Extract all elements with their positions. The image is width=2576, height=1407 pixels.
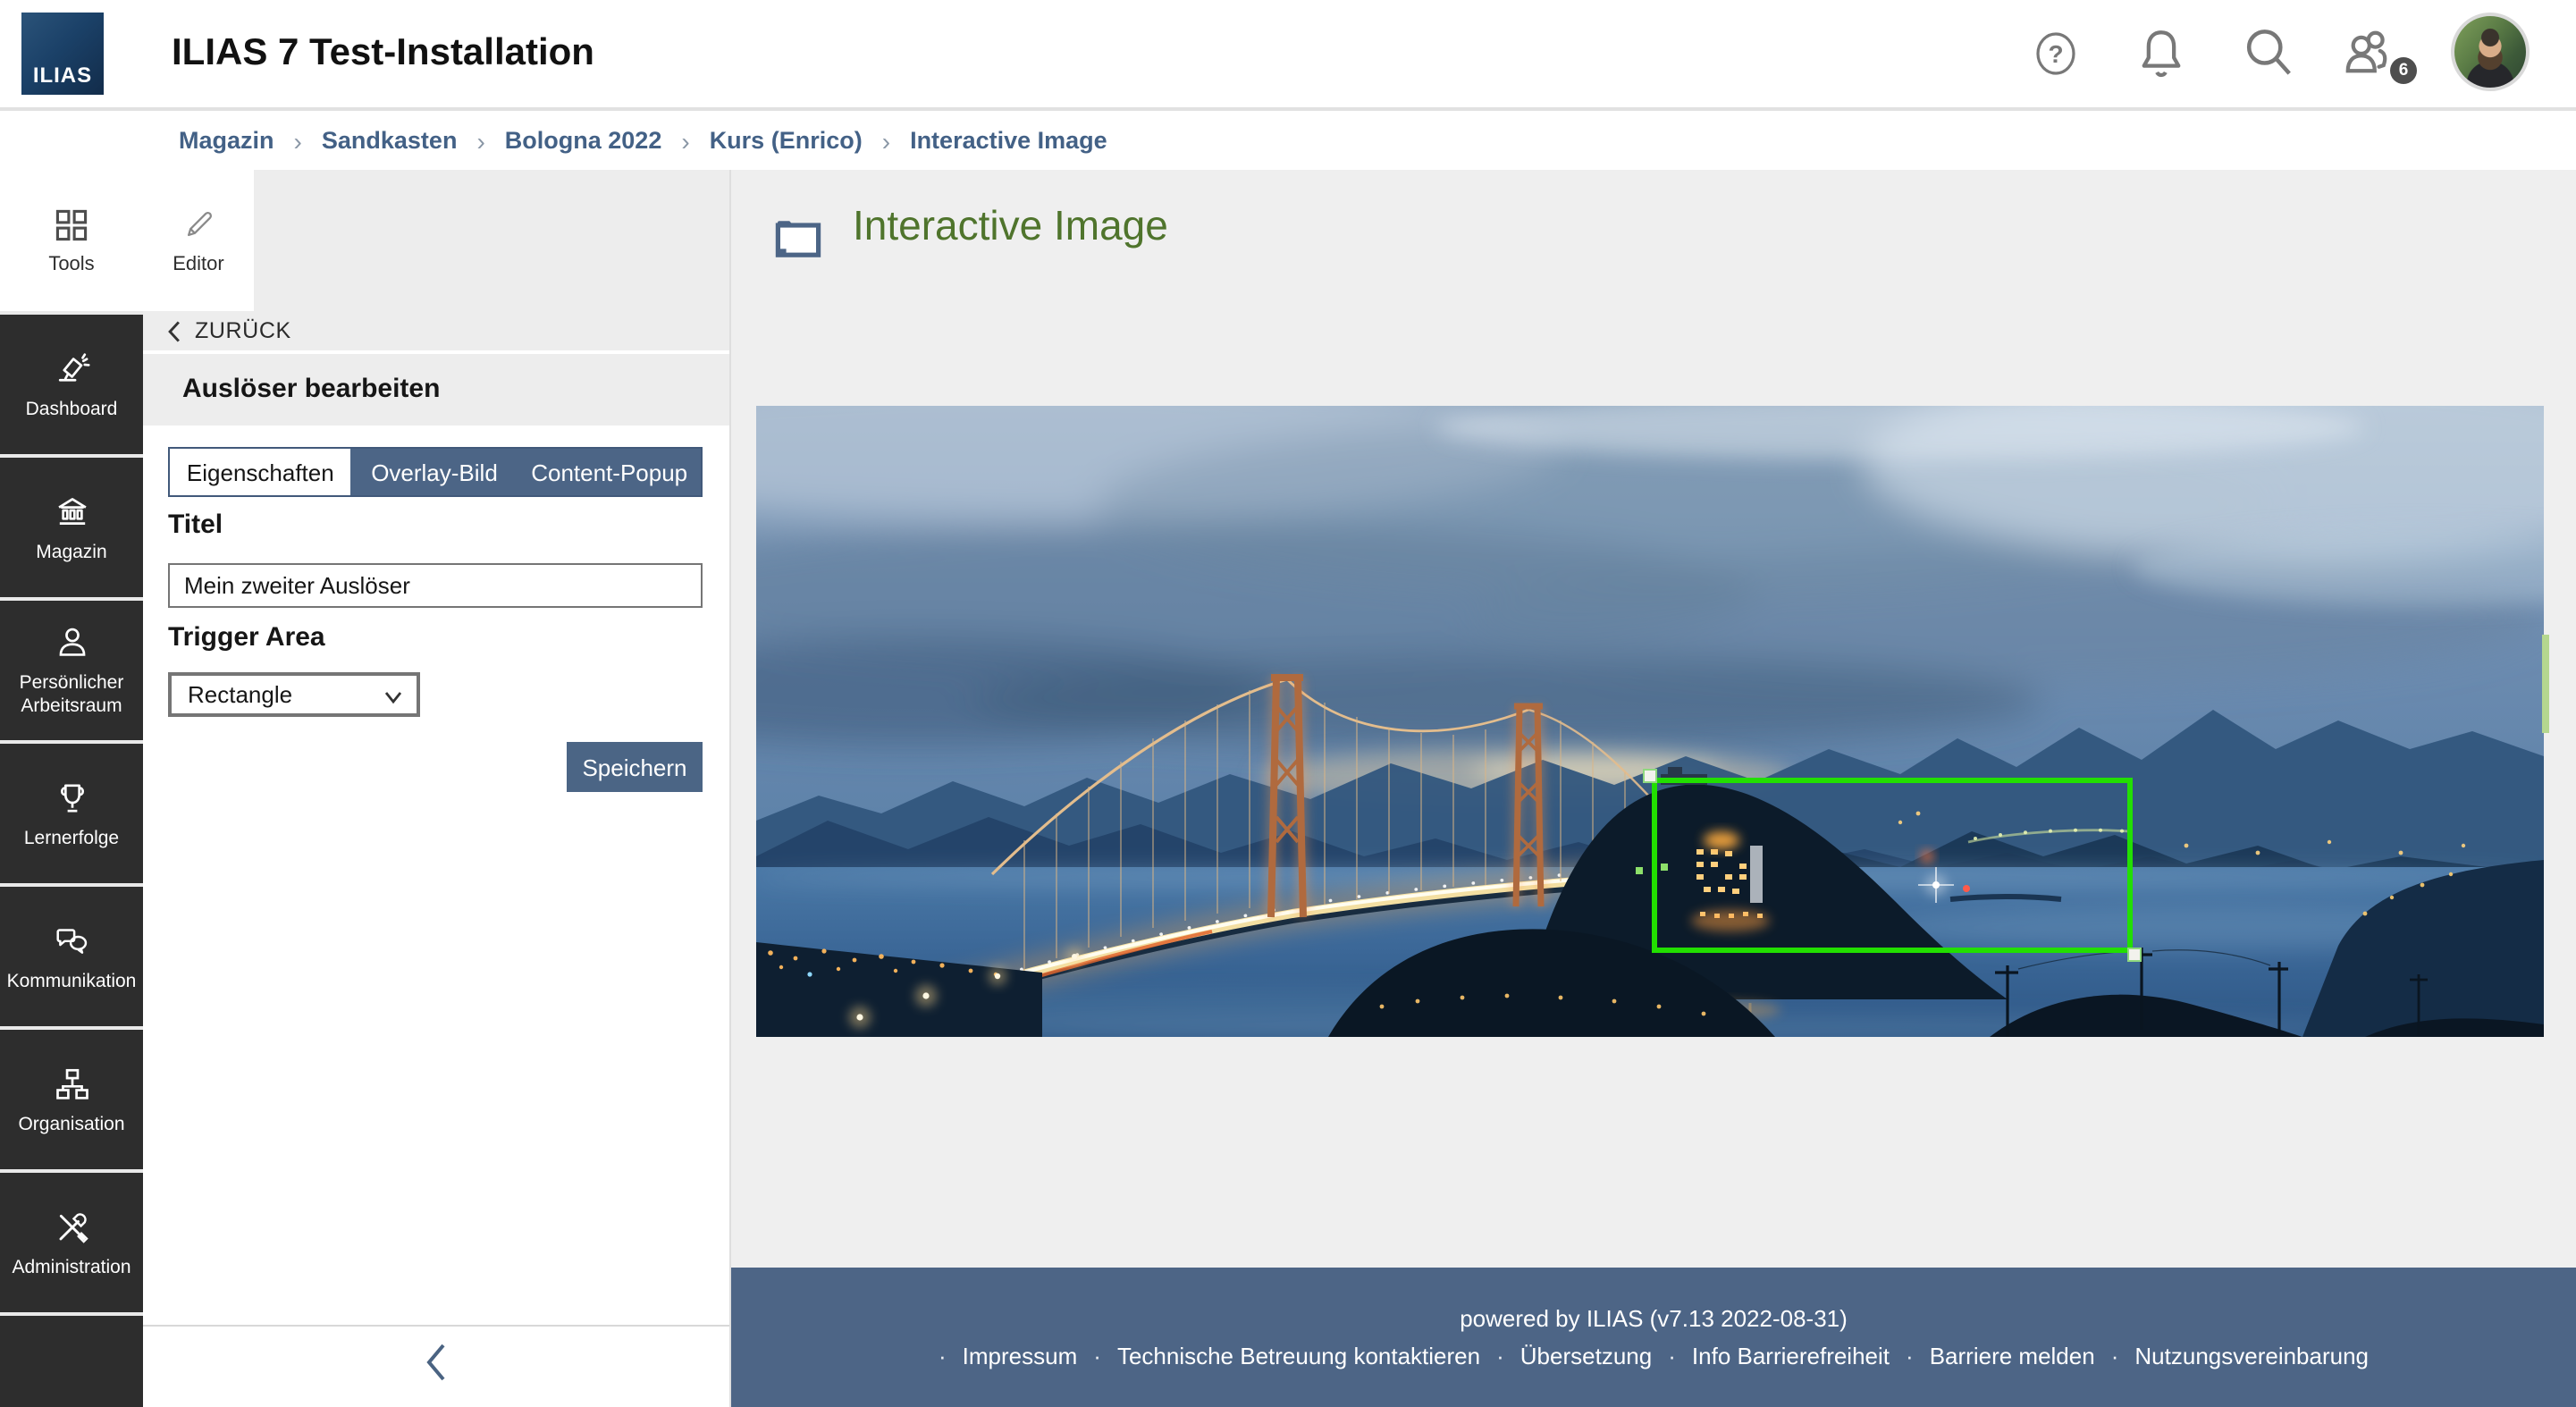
sidebar-item-label: Organisation (18, 1113, 125, 1135)
collapse-panel-button[interactable] (143, 1341, 729, 1384)
bridge-photo (756, 406, 2544, 1037)
breadcrumb-kurs[interactable]: Kurs (Enrico) (710, 127, 863, 154)
panel-top-filler (254, 170, 729, 311)
panel-heading: Auslöser bearbeiten (143, 354, 729, 425)
titel-label: Titel (168, 510, 223, 540)
back-button[interactable]: ZURÜCK (143, 311, 729, 350)
sidebar-item-label: Lernerfolge (23, 827, 120, 849)
interactive-image-canvas[interactable] (756, 406, 2544, 1037)
footer-links: · Impressum · Technische Betreuung konta… (939, 1343, 2369, 1369)
powered-by-text: powered by ILIAS (v7.13 2022-08-31) (1460, 1305, 1848, 1332)
trophy-icon (59, 783, 84, 812)
notifications-bell-icon[interactable] (2131, 21, 2192, 86)
tool-tab-label: Editor (173, 254, 224, 275)
chevron-down-icon (384, 692, 402, 704)
footer-link-info-barrierefreiheit[interactable]: Info Barrierefreiheit (1692, 1343, 1890, 1369)
svg-text:?: ? (2048, 40, 2063, 68)
footer-separator: · (1668, 1343, 1676, 1369)
sidebar-item-magazin[interactable]: Magazin (0, 454, 143, 597)
sidebar-item-label: Persönlicher Arbeitsraum (19, 672, 124, 717)
footer-separator: · (1906, 1343, 1914, 1369)
tab-overlay-bild[interactable]: Overlay-Bild (351, 449, 518, 495)
sidebar-item-label: Magazin (36, 541, 107, 563)
sidebar-item-label: Administration (12, 1256, 131, 1278)
ilias-app: ILIAS ILIAS 7 Test-Installation ? 6 Maga… (0, 0, 2576, 1407)
ilias-logo[interactable]: ILIAS (21, 13, 104, 95)
footer-link-nutzungsvereinbarung[interactable]: Nutzungsvereinbarung (2134, 1343, 2369, 1369)
tab-eigenschaften[interactable]: Eigenschaften (170, 449, 351, 495)
sidebar-item-persoenlicher-arbeitsraum[interactable]: Persönlicher Arbeitsraum (0, 597, 143, 740)
sidebar-filler (0, 1312, 143, 1407)
footer-separator: · (938, 1343, 947, 1369)
pencil-icon (186, 212, 211, 237)
org-chart-icon (55, 1068, 88, 1099)
sidebar-item-lernerfolge[interactable]: Lernerfolge (0, 740, 143, 883)
editor-panel: Editor ZURÜCK Auslöser bearbeiten Eigens… (143, 170, 731, 1407)
header: ILIAS ILIAS 7 Test-Installation ? 6 (0, 0, 2576, 107)
sidebar-item-organisation[interactable]: Organisation (0, 1026, 143, 1169)
sidebar-item-label: Dashboard (25, 398, 118, 420)
breadcrumb-magazin[interactable]: Magazin (179, 127, 274, 154)
footer-separator: · (1093, 1343, 1101, 1369)
titel-input[interactable] (168, 563, 703, 608)
who-is-online-icon[interactable] (2336, 21, 2397, 86)
trigger-area-rectangle[interactable] (1643, 769, 2142, 962)
panel-divider (143, 1325, 729, 1327)
footer-link-barriere-melden[interactable]: Barriere melden (1930, 1343, 2095, 1369)
user-avatar[interactable] (2451, 13, 2530, 91)
help-icon[interactable]: ? (2025, 21, 2086, 86)
save-button[interactable]: Speichern (567, 742, 703, 792)
page-title-header: ILIAS 7 Test-Installation (172, 32, 594, 73)
search-icon[interactable] (2238, 21, 2299, 86)
trigger-tabs: Eigenschaften Overlay-Bild Content-Popup (168, 447, 703, 497)
footer-separator: · (2110, 1343, 2119, 1369)
footer-link-impressum[interactable]: Impressum (963, 1343, 1078, 1369)
breadcrumb-interactive-image[interactable]: Interactive Image (910, 127, 1107, 154)
bank-icon (57, 497, 86, 525)
footer-link-technische-betreuung[interactable]: Technische Betreuung kontaktieren (1117, 1343, 1480, 1369)
trigger-area-select[interactable]: Rectangle (168, 672, 420, 717)
breadcrumb: Magazin › Sandkasten › Bologna 2022 › Ku… (0, 107, 2576, 170)
crossed-tools-icon (58, 1212, 88, 1243)
chevron-left-icon (426, 1344, 445, 1381)
back-label: ZURÜCK (195, 318, 291, 343)
tool-tab-editor[interactable]: Editor (143, 170, 254, 311)
footer-link-uebersetzung[interactable]: Übersetzung (1520, 1343, 1652, 1369)
person-icon (58, 628, 85, 657)
logo-text: ILIAS (32, 63, 93, 88)
scrollbar-thumb[interactable] (2542, 635, 2549, 733)
grid-icon (55, 209, 88, 241)
footer-separator: · (1496, 1343, 1504, 1369)
breadcrumb-separator: › (881, 126, 891, 155)
sidebar: Tools Dashboard Magazin Persönlicher Arb… (0, 170, 143, 1407)
sidebar-item-tools[interactable]: Tools (0, 170, 143, 311)
breadcrumb-sandkasten[interactable]: Sandkasten (322, 127, 458, 154)
tab-content-popup[interactable]: Content-Popup (518, 449, 701, 495)
sidebar-item-dashboard[interactable]: Dashboard (0, 311, 143, 454)
footer: powered by ILIAS (v7.13 2022-08-31) · Im… (731, 1268, 2576, 1407)
sidebar-item-label: Kommunikation (6, 970, 137, 992)
folder-icon (775, 221, 821, 257)
trigger-area-label: Trigger Area (168, 622, 325, 653)
chat-icon (55, 928, 87, 954)
sidebar-item-administration[interactable]: Administration (0, 1169, 143, 1312)
resize-handle-top-left[interactable] (1643, 769, 1657, 783)
breadcrumb-separator: › (476, 126, 485, 155)
chevron-left-icon (168, 320, 180, 341)
trigger-area-value: Rectangle (188, 681, 293, 708)
breadcrumb-separator: › (293, 126, 302, 155)
online-users-badge[interactable]: 6 (2390, 57, 2417, 84)
main-content: Interactive Image powered by ILIAS (v7.1… (731, 170, 2576, 1407)
sidebar-item-kommunikation[interactable]: Kommunikation (0, 883, 143, 1026)
sidebar-item-label: Tools (48, 254, 95, 275)
lamp-icon (57, 352, 89, 382)
breadcrumb-bologna[interactable]: Bologna 2022 (505, 127, 662, 154)
page-title: Interactive Image (853, 202, 1168, 249)
resize-handle-bottom-right[interactable] (2127, 948, 2142, 962)
breadcrumb-separator: › (681, 126, 690, 155)
